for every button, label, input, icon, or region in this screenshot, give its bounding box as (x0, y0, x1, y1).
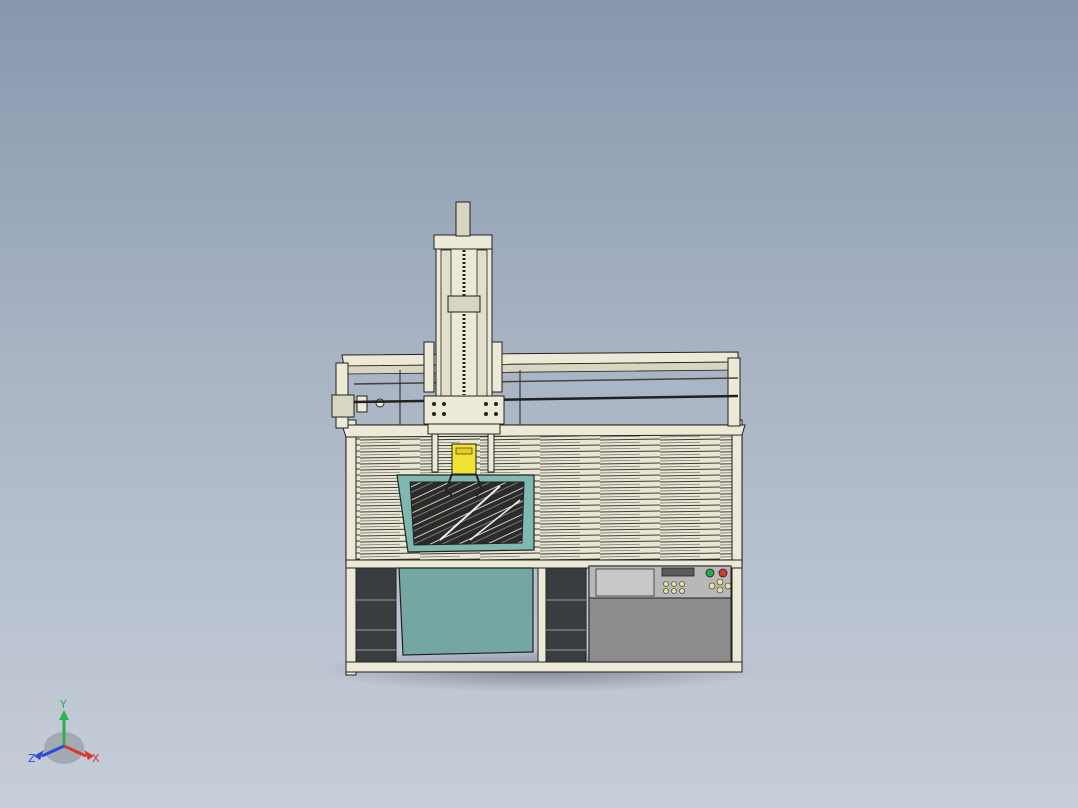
lower-left-bay (355, 567, 397, 663)
machine-frame (341, 419, 746, 676)
middle-post (537, 564, 547, 671)
x-axis-label: X (92, 752, 100, 765)
right-post (731, 419, 743, 671)
z-axis-motor (455, 201, 471, 237)
lead-screw (353, 394, 739, 404)
orientation-triad[interactable]: Y X Z (22, 690, 112, 780)
red-indicator-icon (718, 568, 728, 578)
green-indicator-icon (705, 568, 715, 578)
panel-plate (595, 568, 655, 597)
cabinet-door (588, 597, 732, 663)
lower-middle-bay (545, 567, 587, 663)
y-axis-label: Y (59, 698, 67, 711)
glass-door (398, 567, 534, 656)
lcd-display (661, 567, 695, 577)
z-axis-label: Z (28, 752, 36, 765)
gantry-right-leg (727, 357, 741, 427)
top-plate (341, 424, 746, 438)
bottom-rail (345, 661, 743, 673)
3d-model-view[interactable] (0, 0, 1078, 808)
z-top-plate (433, 234, 493, 250)
graphics-viewport[interactable]: Y X Z (0, 0, 1078, 808)
x-axis-motor (331, 394, 355, 418)
tray-grid (409, 481, 525, 546)
carriage (423, 395, 505, 425)
left-post (345, 419, 357, 676)
y-axis-arrow-icon (59, 710, 69, 720)
